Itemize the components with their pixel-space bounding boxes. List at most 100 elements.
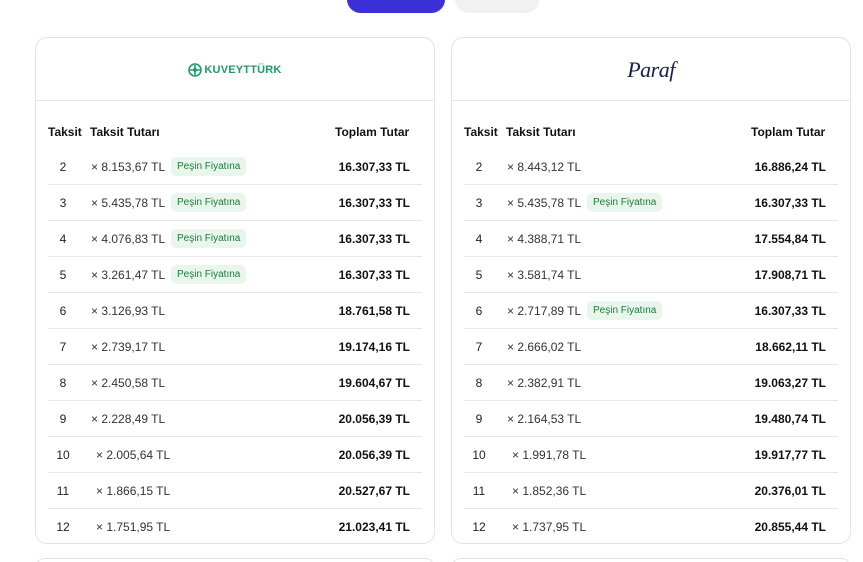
- table-row: 12 × 1.751,95 TL 21.023,41 TL: [48, 509, 422, 543]
- total-amount: 16.307,33 TL: [338, 160, 410, 174]
- table-row: 8 × 2.382,91 TL 19.063,27 TL: [464, 365, 838, 401]
- table-row: 12 × 1.737,95 TL 20.855,44 TL: [464, 509, 838, 543]
- total-amount: 20.855,44 TL: [754, 520, 826, 534]
- installment-count: 10: [56, 448, 70, 462]
- installment-amount: × 2.228,49 TL: [91, 412, 166, 426]
- installment-amount: × 3.126,93 TL: [91, 304, 166, 318]
- table-header: Taksit Taksit Tutarı Toplam Tutar: [36, 123, 434, 141]
- installment-count: 4: [59, 232, 67, 246]
- installment-count: 6: [59, 304, 67, 318]
- table-row: 2 × 8.443,12 TL 16.886,24 TL: [464, 149, 838, 185]
- kuveytturk-mark-icon: [188, 62, 203, 77]
- card-header: KUVEYTTÜRK: [36, 38, 434, 101]
- installment-amount: × 1.751,95 TL: [96, 520, 171, 534]
- installment-amount: × 8.443,12 TL: [507, 160, 582, 174]
- table-row: 7 × 2.666,02 TL 18.662,11 TL: [464, 329, 838, 365]
- table-row: 5 × 3.261,47 TL Peşin Fiyatına 16.307,33 TL: [48, 257, 422, 293]
- total-amount: 20.056,39 TL: [338, 412, 410, 426]
- installment-count: 3: [59, 196, 67, 210]
- installment-count: 7: [59, 340, 67, 354]
- installment-count: 4: [475, 232, 483, 246]
- installment-amount: × 8.153,67 TL: [91, 160, 166, 174]
- table-row: 6 × 2.717,89 TL Peşin Fiyatına 16.307,33 TL: [464, 293, 838, 329]
- table-row: 4 × 4.076,83 TL Peşin Fiyatına 16.307,33 TL: [48, 221, 422, 257]
- pesin-fiyatina-badge: Peşin Fiyatına: [171, 193, 247, 212]
- tab-inactive[interactable]: [455, 0, 539, 13]
- installment-amount: × 3.581,74 TL: [507, 268, 582, 282]
- total-amount: 16.307,33 TL: [338, 268, 410, 282]
- table-row: 3 × 5.435,78 TL Peşin Fiyatına 16.307,33 TL: [464, 185, 838, 221]
- table-row: 7 × 2.739,17 TL 19.174,16 TL: [48, 329, 422, 365]
- installment-amount: × 4.076,83 TL: [91, 232, 166, 246]
- kuveytturk-logo-text: KUVEYTTÜRK: [204, 63, 282, 76]
- next-card-left: [35, 558, 435, 562]
- installment-amount: × 2.450,58 TL: [91, 376, 166, 390]
- installment-amount: × 2.382,91 TL: [507, 376, 582, 390]
- installment-count: 12: [56, 520, 70, 534]
- kuveytturk-logo: KUVEYTTÜRK: [36, 38, 434, 101]
- total-amount: 16.307,33 TL: [338, 232, 410, 246]
- total-amount: 19.604,67 TL: [338, 376, 410, 390]
- table-row: 3 × 5.435,78 TL Peşin Fiyatına 16.307,33 TL: [48, 185, 422, 221]
- installment-amount: × 5.435,78 TL: [507, 196, 582, 210]
- header-toplam-tutar: Toplam Tutar: [751, 125, 826, 139]
- total-amount: 18.662,11 TL: [755, 340, 826, 354]
- installment-count: 12: [472, 520, 486, 534]
- total-amount: 17.554,84 TL: [754, 232, 826, 246]
- table-row: 10 × 2.005,64 TL 20.056,39 TL: [48, 437, 422, 473]
- installment-count: 2: [475, 160, 483, 174]
- total-amount: 16.307,33 TL: [754, 196, 826, 210]
- installment-count: 10: [472, 448, 486, 462]
- total-amount: 17.908,71 TL: [754, 268, 826, 282]
- installment-count: 8: [475, 376, 483, 390]
- table-row: 4 × 4.388,71 TL 17.554,84 TL: [464, 221, 838, 257]
- header-taksit: Taksit: [464, 125, 498, 139]
- total-amount: 16.307,33 TL: [338, 196, 410, 210]
- total-amount: 20.056,39 TL: [338, 448, 410, 462]
- total-amount: 19.174,16 TL: [338, 340, 410, 354]
- tab-active[interactable]: [347, 0, 445, 13]
- installment-amount: × 2.005,64 TL: [96, 448, 171, 462]
- total-amount: 18.761,58 TL: [338, 304, 410, 318]
- total-amount: 21.023,41 TL: [338, 520, 410, 534]
- installment-count: 6: [475, 304, 483, 318]
- installment-rows: 2 × 8.443,12 TL 16.886,24 TL 3 × 5.435,78 TL…: [464, 149, 838, 543]
- table-row: 5 × 3.581,74 TL 17.908,71 TL: [464, 257, 838, 293]
- installment-card-kuveytturk: KUVEYTTÜRK Taksit Taksit Tutarı Toplam T…: [35, 37, 435, 544]
- pesin-fiyatina-badge: Peşin Fiyatına: [587, 193, 663, 212]
- next-card-right: [451, 558, 851, 562]
- installment-amount: × 3.261,47 TL: [91, 268, 166, 282]
- header-toplam-tutar: Toplam Tutar: [335, 125, 410, 139]
- installment-count: 11: [472, 484, 486, 498]
- pesin-fiyatina-badge: Peşin Fiyatına: [171, 265, 247, 284]
- installment-amount: × 1.991,78 TL: [512, 448, 587, 462]
- installment-rows: 2 × 8.153,67 TL Peşin Fiyatına 16.307,33 TL…: [48, 149, 422, 543]
- paraf-logo-text: Paraf: [627, 56, 675, 82]
- table-row: 10 × 1.991,78 TL 19.917,77 TL: [464, 437, 838, 473]
- total-amount: 20.527,67 TL: [338, 484, 410, 498]
- total-amount: 20.376,01 TL: [754, 484, 826, 498]
- header-taksit: Taksit: [48, 125, 82, 139]
- installment-amount: × 1.737,95 TL: [512, 520, 587, 534]
- table-row: 11 × 1.852,36 TL 20.376,01 TL: [464, 473, 838, 509]
- installment-amount: × 5.435,78 TL: [91, 196, 166, 210]
- installment-amount: × 2.164,53 TL: [507, 412, 582, 426]
- installment-count: 5: [59, 268, 67, 282]
- total-amount: 19.480,74 TL: [754, 412, 826, 426]
- installment-amount: × 2.739,17 TL: [91, 340, 166, 354]
- table-row: 9 × 2.164,53 TL 19.480,74 TL: [464, 401, 838, 437]
- installment-count: 3: [475, 196, 483, 210]
- table-header: Taksit Taksit Tutarı Toplam Tutar: [452, 123, 850, 141]
- installment-count: 5: [475, 268, 483, 282]
- total-amount: 19.917,77 TL: [754, 448, 826, 462]
- installment-amount: × 4.388,71 TL: [507, 232, 582, 246]
- installment-amount: × 2.717,89 TL: [507, 304, 582, 318]
- installment-count: 11: [56, 484, 70, 498]
- installment-amount: × 1.866,15 TL: [96, 484, 171, 498]
- installment-count: 9: [475, 412, 483, 426]
- pesin-fiyatina-badge: Peşin Fiyatına: [587, 301, 663, 320]
- table-row: 11 × 1.866,15 TL 20.527,67 TL: [48, 473, 422, 509]
- table-row: 2 × 8.153,67 TL Peşin Fiyatına 16.307,33 TL: [48, 149, 422, 185]
- installment-card-paraf: Paraf Taksit Taksit Tutarı Toplam Tutar …: [451, 37, 851, 544]
- table-row: 6 × 3.126,93 TL 18.761,58 TL: [48, 293, 422, 329]
